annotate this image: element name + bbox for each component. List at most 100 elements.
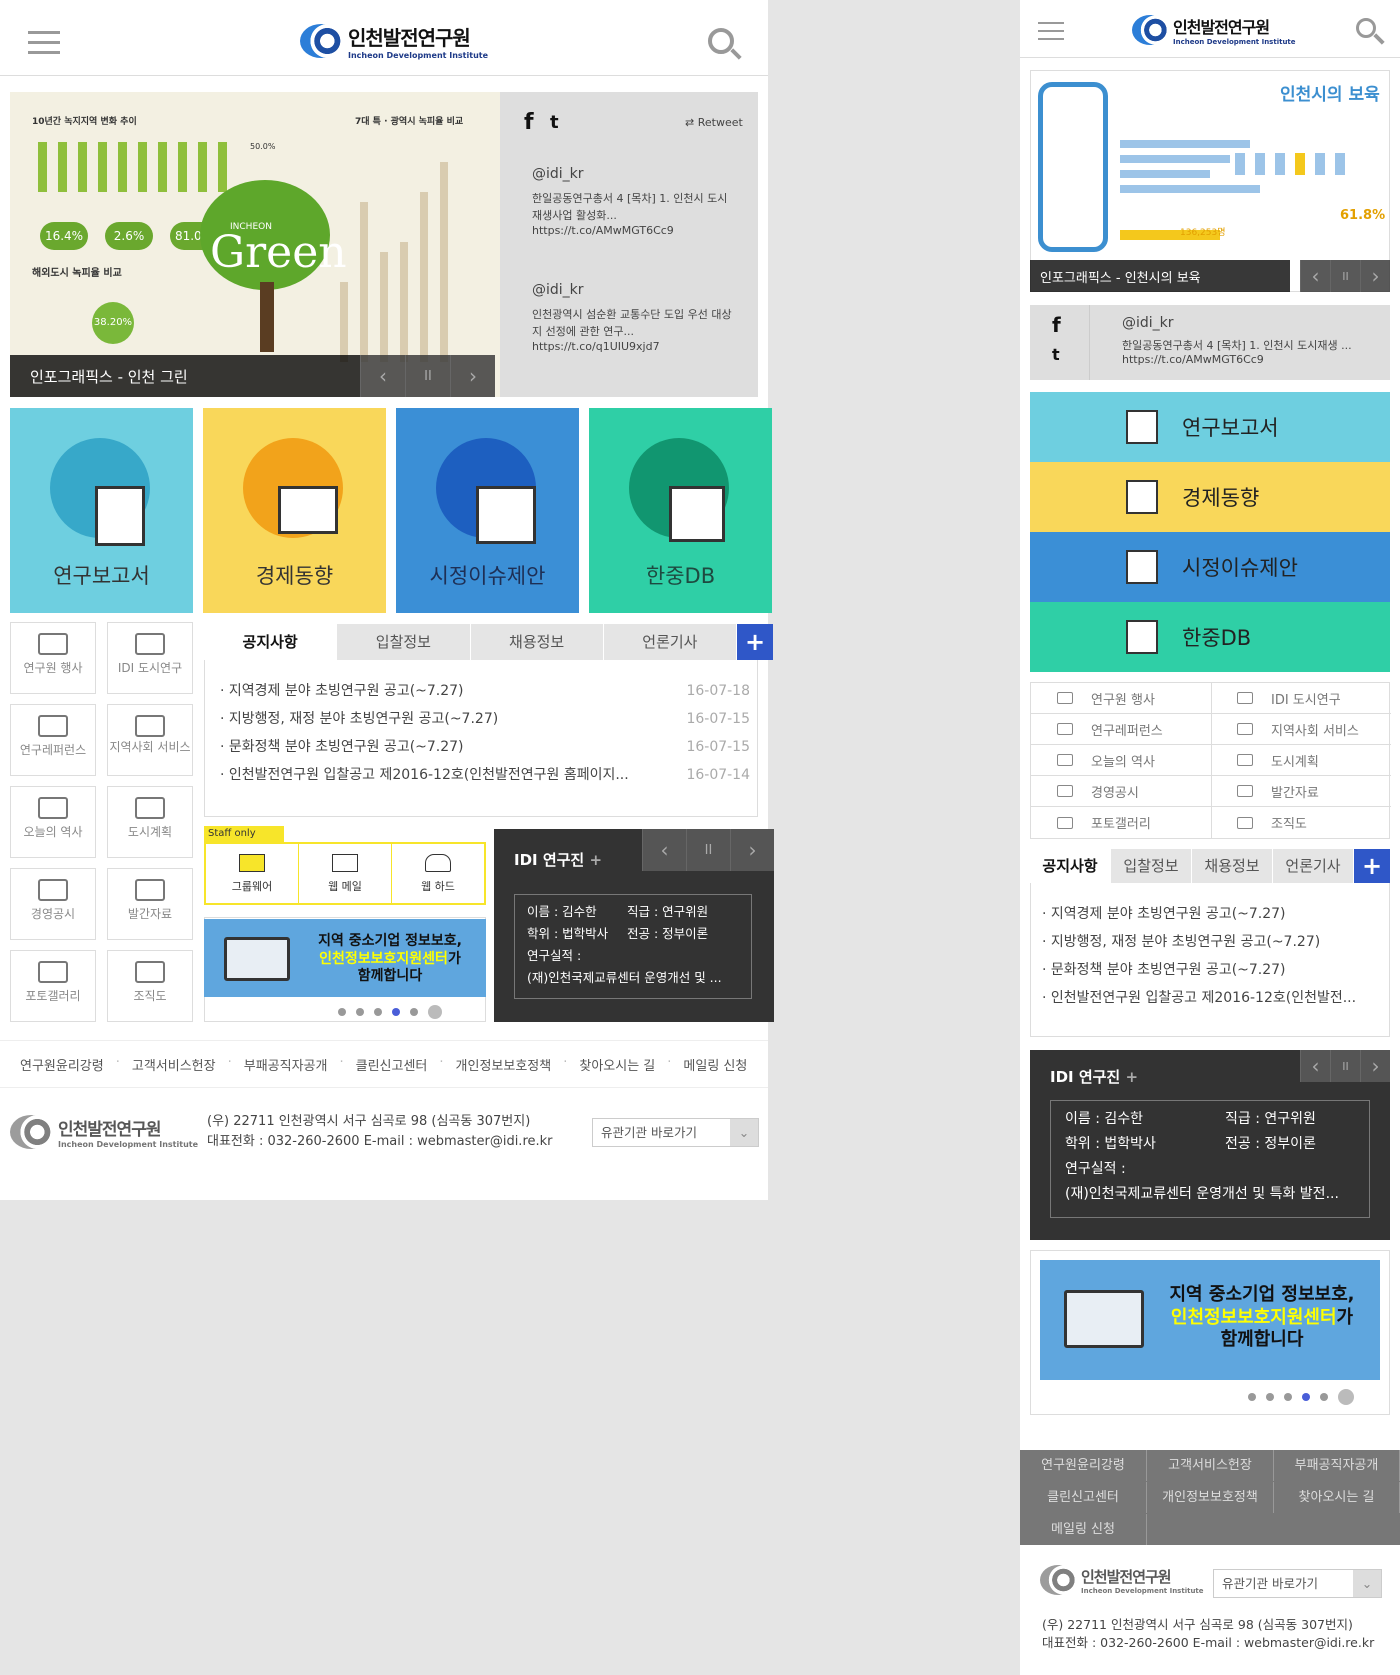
quick-link-disclosure[interactable]: 경영공시 [10,868,96,940]
tweet-item[interactable]: @idi_kr 인천광역시 섬순환 교통수단 도입 우선 대상지 선정에 관한 … [532,282,732,353]
next-button[interactable]: › [1360,1050,1390,1082]
quick-link-urban-research[interactable]: IDI 도시연구 [107,622,193,694]
facebook-icon[interactable]: f [524,110,534,135]
footer-link[interactable]: 메일링 신청 [683,1055,747,1074]
pause-button[interactable]: II [405,355,450,397]
tweet-url[interactable]: https://t.co/q1UIU9xjd7 [532,340,732,353]
footer-link[interactable]: 연구원윤리강령 [1020,1450,1147,1481]
page-dot[interactable] [1284,1393,1292,1401]
researcher-card[interactable]: 이름 : 김수한 직급 : 연구위원 학위 : 법학박사 전공 : 정부이론 연구실… [1050,1100,1370,1218]
tile-korea-china-db[interactable]: 한중DB [589,408,772,613]
security-banner[interactable]: 지역 중소기업 정보보호, 인천정보보호지원센터가 함께합니다 [204,919,486,997]
notice-row[interactable]: · 지방행정, 재정 분야 초빙연구원 공고(~7.27) [1042,928,1382,956]
more-notices-button[interactable]: + [1354,849,1390,883]
researcher-card[interactable]: 이름 : 김수한 직급 : 연구위원 학위 : 법학박사 전공 : 정부이론 연구실… [514,894,752,999]
tweet-item[interactable]: @idi_kr 한일공동연구총서 4 [목차] 1. 인천시 도시재생사업 활성… [532,166,732,237]
tab-notices[interactable]: 공지사항 [204,624,338,660]
page-dot-active[interactable] [392,1008,400,1016]
footer-link[interactable]: 클린신고센터 [356,1055,428,1074]
researcher-more-button[interactable]: + [1125,1068,1138,1086]
quick-link-photo-gallery[interactable]: 포토갤러리 [10,950,96,1022]
tile-korea-china-db[interactable]: 한중DB [1030,602,1390,672]
researcher-more-button[interactable]: + [589,851,602,869]
tile-policy-issues[interactable]: 시정이슈제안 [396,408,579,613]
footer-link[interactable]: 부패공직자공개 [244,1055,328,1074]
quick-link-reference[interactable]: 연구레퍼런스 [10,704,96,776]
tile-research-reports[interactable]: 연구보고서 [10,408,193,613]
prev-button[interactable]: ‹ [1300,260,1330,292]
page-dot[interactable] [410,1008,418,1016]
quick-link-events[interactable]: 연구원 행사 [10,622,96,694]
footer-link[interactable]: 연구원윤리강령 [20,1055,104,1074]
quick-link-community[interactable]: 지역사회 서비스 [1211,714,1391,745]
notice-row[interactable]: · 인천발전연구원 입찰공고 제2016-12호(인천발전... [1042,984,1382,1012]
tweet-url[interactable]: https://t.co/AMwMGT6Cc9 [1122,353,1382,366]
tab-notices[interactable]: 공지사항 [1030,849,1111,883]
quick-link-publications[interactable]: 발간자료 [1211,776,1391,807]
tile-economic-trends[interactable]: 경제동향 [1030,462,1390,532]
quick-link-disclosure[interactable]: 경영공시 [1031,776,1211,807]
tile-policy-issues[interactable]: 시정이슈제안 [1030,532,1390,602]
page-dot[interactable] [1266,1393,1274,1401]
prev-button[interactable]: ‹ [360,355,405,397]
page-dot[interactable] [338,1008,346,1016]
search-icon[interactable] [708,28,734,54]
tab-press[interactable]: 언론기사 [603,624,737,660]
related-sites-select[interactable]: 유관기관 바로가기 ⌄ [592,1118,759,1147]
menu-icon[interactable] [28,31,60,61]
next-button[interactable]: › [450,355,495,397]
pause-icon[interactable] [1338,1389,1354,1405]
tab-jobs[interactable]: 채용정보 [1192,849,1273,883]
prev-button[interactable]: ‹ [642,829,686,871]
footer-link[interactable]: 고객서비스헌장 [1147,1450,1274,1481]
tile-research-reports[interactable]: 연구보고서 [1030,392,1390,462]
pause-button[interactable]: II [1330,260,1360,292]
tweet-url[interactable]: https://t.co/AMwMGT6Cc9 [532,224,732,237]
groupware-link[interactable]: 그룹웨어 [206,844,299,903]
logo[interactable]: 인천발전연구원 Incheon Development Institute [1132,14,1296,46]
tweet-item[interactable]: @idi_kr 한일공동연구총서 4 [목차] 1. 인천시 도시재생 ... … [1122,315,1382,366]
footer-link[interactable]: 찾아오시는 길 [1274,1482,1400,1513]
notice-row[interactable]: · 문화정책 분야 초빙연구원 공고(~7.27) [1042,956,1382,984]
logo[interactable]: 인천발전연구원 Incheon Development Institute [300,22,488,60]
security-banner[interactable]: 지역 중소기업 정보보호, 인천정보보호지원센터가 함께합니다 [1040,1260,1380,1380]
more-notices-button[interactable]: + [737,624,773,660]
pause-button[interactable]: II [1330,1050,1360,1082]
next-button[interactable]: › [730,829,774,871]
webhard-link[interactable]: 웹 하드 [392,844,484,903]
quick-link-urban-plan[interactable]: 도시계획 [1211,745,1391,776]
twitter-icon[interactable]: t [1052,345,1060,364]
quick-link-history[interactable]: 오늘의 역사 [1031,745,1211,776]
footer-link[interactable]: 개인정보보호정책 [456,1055,552,1074]
page-dot[interactable] [1320,1393,1328,1401]
footer-link[interactable]: 클린신고센터 [1020,1482,1147,1513]
quick-link-publications[interactable]: 발간자료 [107,868,193,940]
notice-row[interactable]: · 지역경제 분야 초빙연구원 공고(~7.27) 16-07-18 [220,677,750,705]
retweet-button[interactable]: ⇄ Retweet [685,116,743,129]
tab-bids[interactable]: 입찰정보 [1111,849,1192,883]
notice-row[interactable]: · 지방행정, 재정 분야 초빙연구원 공고(~7.27) 16-07-15 [220,705,750,733]
search-icon[interactable] [1356,18,1376,38]
quick-link-photo-gallery[interactable]: 포토갤러리 [1031,807,1211,838]
page-dot[interactable] [356,1008,364,1016]
quick-link-history[interactable]: 오늘의 역사 [10,786,96,858]
tab-jobs[interactable]: 채용정보 [470,624,604,660]
webmail-link[interactable]: 웹 메일 [299,844,392,903]
quick-link-org-chart[interactable]: 조직도 [107,950,193,1022]
tab-press[interactable]: 언론기사 [1273,849,1354,883]
footer-link[interactable]: 부패공직자공개 [1274,1450,1400,1481]
menu-icon[interactable] [1038,22,1064,47]
footer-link[interactable]: 개인정보보호정책 [1147,1482,1274,1513]
footer-link[interactable]: 찾아오시는 길 [579,1055,655,1074]
quick-link-events[interactable]: 연구원 행사 [1031,683,1211,714]
footer-link[interactable]: 고객서비스헌장 [132,1055,216,1074]
page-dot[interactable] [1248,1393,1256,1401]
quick-link-urban-plan[interactable]: 도시계획 [107,786,193,858]
tab-bids[interactable]: 입찰정보 [337,624,471,660]
twitter-icon[interactable]: t [550,112,559,133]
notice-row[interactable]: · 인천발전연구원 입찰공고 제2016-12호(인천발전연구원 홈페이지...… [220,761,750,789]
facebook-icon[interactable]: f [1052,313,1061,337]
notice-row[interactable]: · 문화정책 분야 초빙연구원 공고(~7.27) 16-07-15 [220,733,750,761]
prev-button[interactable]: ‹ [1300,1050,1330,1082]
quick-link-urban-research[interactable]: IDI 도시연구 [1211,683,1391,714]
